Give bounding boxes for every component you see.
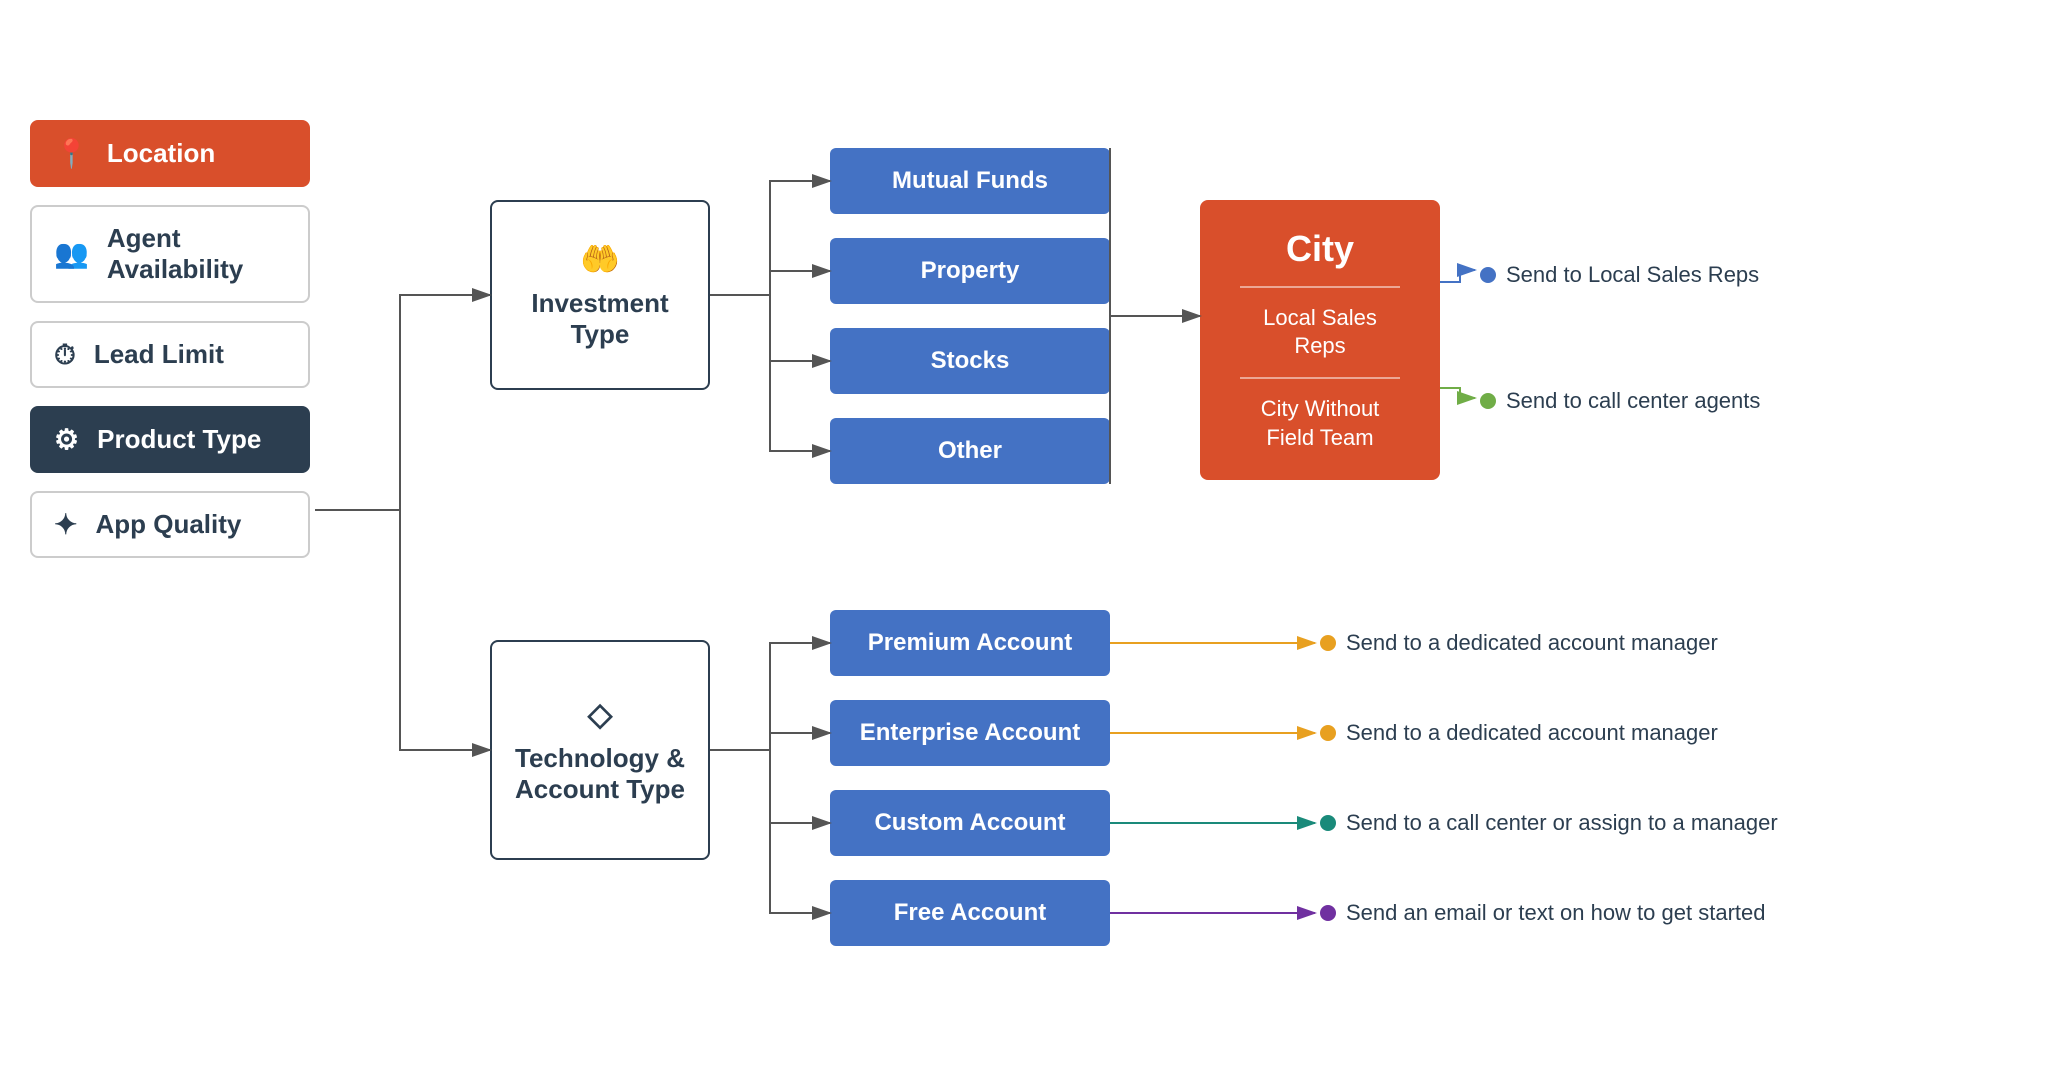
free-output: Send an email or text on how to get star… <box>1320 900 1765 926</box>
diagram-container: 📍 Location 👥 Agent Availability ⏱ Lead L… <box>0 0 2048 1086</box>
investment-icon: 🤲 <box>580 240 620 278</box>
sidebar-item-location[interactable]: 📍 Location <box>30 120 310 187</box>
enterprise-account-box: Enterprise Account <box>830 700 1110 766</box>
custom-dot <box>1320 815 1336 831</box>
sidebar-label-product: Product Type <box>97 424 261 455</box>
stocks-box: Stocks <box>830 328 1110 394</box>
city-sub2: City WithoutField Team <box>1261 395 1380 452</box>
custom-account-box: Custom Account <box>830 790 1110 856</box>
sidebar-label-lead: Lead Limit <box>94 339 224 370</box>
premium-output: Send to a dedicated account manager <box>1320 630 1718 656</box>
city-divider <box>1240 286 1400 288</box>
city-divider2 <box>1240 377 1400 379</box>
sidebar: 📍 Location 👥 Agent Availability ⏱ Lead L… <box>30 120 310 558</box>
technology-account-label: Technology &Account Type <box>515 743 685 805</box>
sidebar-item-product-type[interactable]: ⚙ Product Type <box>30 406 310 473</box>
premium-dot <box>1320 635 1336 651</box>
sidebar-item-app-quality[interactable]: ✦ App Quality <box>30 491 310 558</box>
sidebar-label-location: Location <box>107 138 215 169</box>
city-sub1: Local SalesReps <box>1263 304 1377 361</box>
city-box: City Local SalesReps City WithoutField T… <box>1200 200 1440 480</box>
sidebar-label-agent: Agent Availability <box>107 223 286 285</box>
call-center-output: Send to call center agents <box>1480 388 1760 414</box>
lead-icon: ⏱ <box>54 341 76 369</box>
sidebar-item-lead-limit[interactable]: ⏱ Lead Limit <box>30 321 310 388</box>
enterprise-output: Send to a dedicated account manager <box>1320 720 1718 746</box>
local-sales-dot <box>1480 267 1496 283</box>
free-account-box: Free Account <box>830 880 1110 946</box>
sidebar-item-agent-availability[interactable]: 👥 Agent Availability <box>30 205 310 303</box>
other-box: Other <box>830 418 1110 484</box>
investment-type-node: 🤲 InvestmentType <box>490 200 710 390</box>
sidebar-label-app: App Quality <box>95 509 241 540</box>
free-dot <box>1320 905 1336 921</box>
technology-account-node: ◇ Technology &Account Type <box>490 640 710 860</box>
custom-output: Send to a call center or assign to a man… <box>1320 810 1778 836</box>
enterprise-dot <box>1320 725 1336 741</box>
product-icon: ⚙ <box>54 426 79 454</box>
premium-account-box: Premium Account <box>830 610 1110 676</box>
city-label: City <box>1286 228 1354 270</box>
local-sales-output: Send to Local Sales Reps <box>1480 262 1759 288</box>
property-box: Property <box>830 238 1110 304</box>
app-icon: ✦ <box>54 511 77 539</box>
mutual-funds-box: Mutual Funds <box>830 148 1110 214</box>
call-center-dot <box>1480 393 1496 409</box>
investment-type-label: InvestmentType <box>531 288 668 350</box>
location-icon: 📍 <box>54 140 89 168</box>
technology-icon: ◇ <box>588 695 613 733</box>
agent-icon: 👥 <box>54 240 89 268</box>
